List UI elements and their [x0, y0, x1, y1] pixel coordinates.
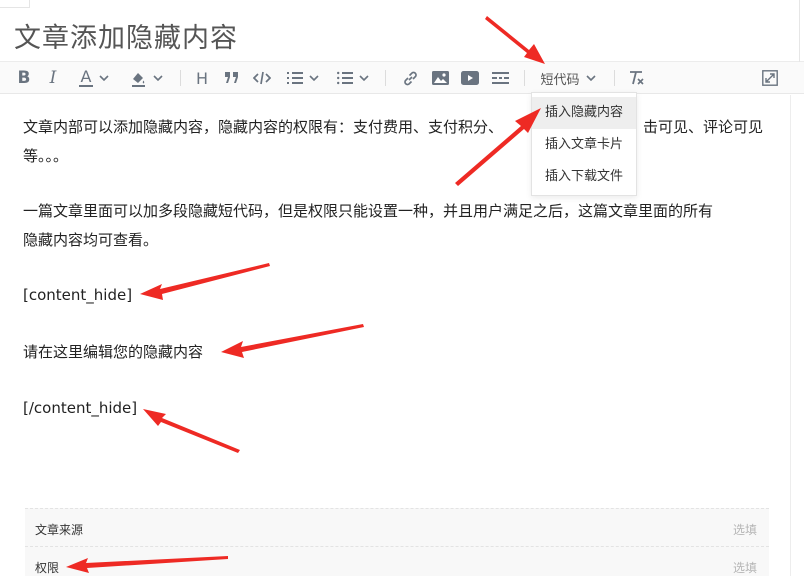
- chevron-down-icon: [585, 75, 596, 81]
- menu-item-insert-article-card[interactable]: 插入文章卡片: [532, 129, 636, 161]
- editor-content[interactable]: 文章内部可以添加隐藏内容，隐藏内容的权限有：支付费用、支付积分、 等。。。 击可…: [0, 95, 790, 576]
- unordered-list-icon: [337, 71, 353, 85]
- shortcode-open-tag: [content_hide]: [23, 286, 133, 304]
- fullscreen-icon: [762, 70, 778, 86]
- code-icon: [253, 71, 271, 85]
- italic-icon: I: [49, 68, 57, 88]
- font-color-dropdown[interactable]: A: [72, 62, 116, 94]
- video-button[interactable]: [458, 62, 482, 94]
- title-bar-edge: [799, 0, 800, 62]
- shortcode-menu: 插入隐藏内容 插入文章卡片 插入下载文件: [531, 92, 637, 196]
- meta-label: 文章来源: [35, 523, 84, 537]
- ordered-list-icon: [287, 72, 303, 84]
- title-bar: 文章添加隐藏内容: [0, 0, 804, 62]
- paragraph-line: 等。。。: [23, 147, 69, 165]
- shortcode-dropdown[interactable]: 短代码: [534, 62, 602, 94]
- menu-item-insert-download-file[interactable]: 插入下载文件: [532, 161, 636, 193]
- divider-icon: [491, 72, 509, 84]
- meta-hint: 选填: [732, 561, 757, 575]
- shortcode-close-tag: [/content_hide]: [23, 399, 138, 417]
- paragraph-line: 一篇文章里面可以加多段隐藏短代码，但是权限只能设置一种，并且用户满足之后，这篇文…: [23, 202, 714, 220]
- link-button[interactable]: [398, 62, 422, 94]
- hidden-content-placeholder: 请在这里编辑您的隐藏内容: [23, 343, 204, 361]
- clear-format-icon: [629, 71, 644, 85]
- paragraph-line: 隐藏内容均可查看。: [23, 231, 159, 249]
- divider-button[interactable]: [488, 62, 512, 94]
- chevron-down-icon: [152, 75, 163, 81]
- meta-row-permission[interactable]: 权限 选填: [25, 547, 769, 576]
- toolbar-divider: [180, 70, 181, 86]
- fullscreen-button[interactable]: [758, 62, 782, 94]
- ordered-list-dropdown[interactable]: [282, 62, 324, 94]
- meta-row-source[interactable]: 文章来源 选填: [25, 509, 769, 547]
- editor-toolbar: B I A H 短代码: [0, 62, 804, 94]
- meta-label: 权限: [35, 561, 60, 575]
- article-title-input[interactable]: 文章添加隐藏内容: [14, 16, 238, 55]
- heading-button[interactable]: H: [190, 62, 214, 94]
- title-bar-rule: [0, 0, 30, 8]
- font-color-icon: A: [79, 67, 93, 87]
- heading-icon: H: [195, 68, 209, 88]
- meta-hint: 选填: [732, 523, 757, 537]
- image-icon: [431, 71, 449, 85]
- chevron-down-icon: [359, 75, 369, 81]
- clear-format-button[interactable]: [624, 62, 648, 94]
- bold-button[interactable]: B: [12, 62, 36, 94]
- link-icon: [403, 71, 417, 85]
- image-button[interactable]: [428, 62, 452, 94]
- paragraph-line: 击可见、评论可见: [643, 118, 764, 136]
- quote-icon: [225, 72, 238, 83]
- quote-button[interactable]: [220, 62, 244, 94]
- highlight-dropdown[interactable]: [124, 62, 168, 94]
- shortcode-label: 短代码: [540, 72, 580, 88]
- video-icon: [461, 71, 479, 85]
- highlight-icon: [131, 72, 145, 87]
- unordered-list-dropdown[interactable]: [332, 62, 374, 94]
- toolbar-divider: [614, 70, 615, 86]
- article-meta-panel: 文章来源 选填 权限 选填: [25, 508, 769, 576]
- chevron-down-icon: [309, 75, 319, 81]
- editor-scrollbar[interactable]: [790, 95, 804, 576]
- toolbar-divider: [385, 70, 386, 86]
- bold-icon: B: [17, 68, 31, 88]
- menu-item-insert-hidden-content[interactable]: 插入隐藏内容: [532, 97, 636, 129]
- italic-button[interactable]: I: [42, 62, 64, 94]
- chevron-down-icon: [99, 75, 109, 81]
- code-button[interactable]: [250, 62, 274, 94]
- toolbar-divider: [524, 70, 525, 86]
